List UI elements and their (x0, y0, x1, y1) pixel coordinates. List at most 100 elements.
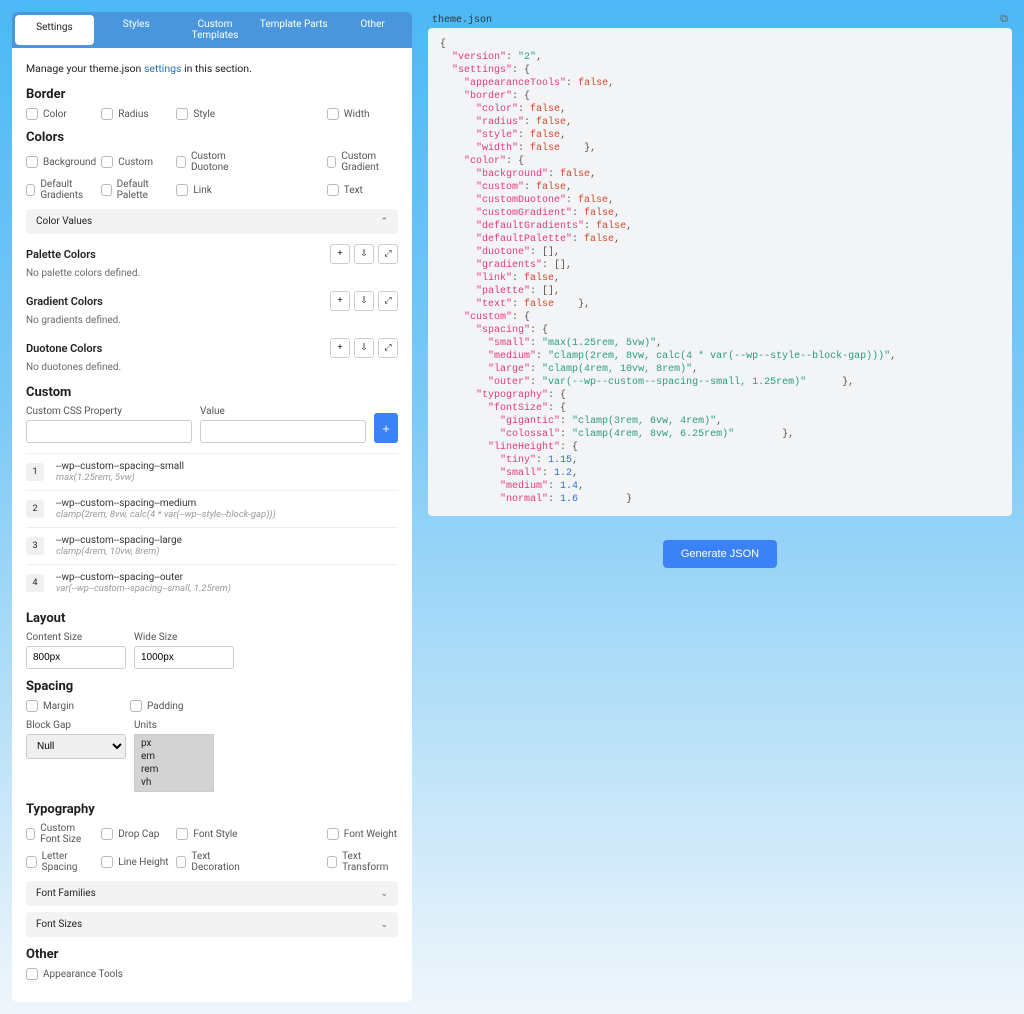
empty-message: No duotones defined. (26, 362, 398, 373)
layout-title: Layout (26, 611, 398, 626)
custom-val-input[interactable] (200, 420, 366, 443)
tab-settings[interactable]: Settings (15, 15, 94, 45)
content-size-input[interactable] (26, 646, 126, 669)
label: Text Decoration (191, 851, 247, 873)
block-gap-select[interactable]: Null (26, 734, 126, 759)
collapse-font-families[interactable]: Font Families⌄ (26, 881, 398, 906)
label: Radius (118, 109, 148, 120)
checkbox-custom[interactable] (101, 156, 113, 168)
custom-item[interactable]: 1--wp--custom--spacing--smallmax(1.25rem… (26, 453, 398, 490)
checkbox-custom-gradient[interactable] (327, 156, 337, 168)
add-icon[interactable]: + (330, 338, 350, 358)
tab-other[interactable]: Other (333, 12, 412, 48)
colors-title: Colors (26, 130, 398, 145)
collapse-label: Font Sizes (36, 919, 82, 930)
option-default-palette: Default Palette (101, 179, 172, 201)
label: Custom Font Size (40, 823, 97, 845)
custom-item[interactable]: 4--wp--custom--spacing--outervar(--wp--c… (26, 564, 398, 601)
settings-panel: Manage your theme.json settings in this … (12, 48, 412, 1002)
add-custom-button[interactable]: + (374, 413, 398, 443)
custom-items-list: 1--wp--custom--spacing--smallmax(1.25rem… (26, 453, 398, 601)
json-filename: theme.json (432, 15, 492, 26)
custom-item[interactable]: 2--wp--custom--spacing--mediumclamp(2rem… (26, 490, 398, 527)
checkbox-custom-font-size[interactable] (26, 828, 35, 840)
checkbox-text-decoration[interactable] (176, 856, 186, 868)
tab-styles[interactable]: Styles (97, 12, 176, 48)
checkbox-background[interactable] (26, 156, 38, 168)
checkbox-default-palette[interactable] (101, 184, 111, 196)
spacing-options: MarginPadding (26, 700, 398, 712)
label: Default Palette (117, 179, 173, 201)
label: Margin (43, 701, 74, 712)
checkbox-link[interactable] (176, 184, 188, 196)
label: Text (344, 185, 363, 196)
label: Color (43, 109, 67, 120)
item-value: clamp(2rem, 8vw, calc(4 * var(--wp--styl… (56, 509, 276, 520)
units-list[interactable]: pxemremvh (134, 734, 214, 792)
option-default-gradients: Default Gradients (26, 179, 97, 201)
settings-link[interactable]: settings (144, 62, 182, 75)
block-gap-label: Block Gap (26, 720, 126, 731)
tab-template-parts[interactable]: Template Parts (254, 12, 333, 48)
download-icon[interactable]: ⇩ (354, 338, 374, 358)
checkbox-width[interactable] (327, 108, 339, 120)
download-icon[interactable]: ⇩ (354, 244, 374, 264)
checkbox-font-style[interactable] (176, 828, 188, 840)
checkbox-custom-duotone[interactable] (176, 156, 186, 168)
unit-px[interactable]: px (135, 737, 213, 750)
checkbox-default-gradients[interactable] (26, 184, 35, 196)
json-header: theme.json ⧉ (428, 12, 1012, 28)
custom-title: Custom (26, 385, 398, 400)
option-letter-spacing: Letter Spacing (26, 851, 97, 873)
generate-json-button[interactable]: Generate JSON (663, 540, 777, 568)
label: Style (193, 109, 215, 120)
copy-icon[interactable]: ⧉ (1000, 14, 1008, 26)
checkbox-color[interactable] (26, 108, 38, 120)
download-icon[interactable]: ⇩ (354, 291, 374, 311)
option-font-style: Font Style (176, 823, 247, 845)
empty-message: No palette colors defined. (26, 268, 398, 279)
custom-prop-input[interactable] (26, 420, 192, 443)
option-custom: Custom (101, 151, 172, 173)
item-number: 2 (26, 500, 44, 518)
checkbox-margin[interactable] (26, 700, 38, 712)
collapse-font-sizes[interactable]: Font Sizes⌄ (26, 912, 398, 937)
option-font-weight: Font Weight (327, 823, 398, 845)
content-size-label: Content Size (26, 632, 126, 643)
checkbox-radius[interactable] (101, 108, 113, 120)
label: Width (344, 109, 370, 120)
other-options: Appearance Tools (26, 968, 398, 980)
wide-size-input[interactable] (134, 646, 234, 669)
checkbox-padding[interactable] (130, 700, 142, 712)
checkbox-drop-cap[interactable] (101, 828, 113, 840)
option-appearance-tools: Appearance Tools (26, 968, 398, 980)
border-title: Border (26, 87, 398, 102)
add-icon[interactable]: + (330, 291, 350, 311)
chevron-up-icon: ⌃ (380, 217, 388, 227)
label: Custom (118, 157, 153, 168)
label: Link (193, 185, 211, 196)
checkbox-style[interactable] (176, 108, 188, 120)
checkbox-appearance-tools[interactable] (26, 968, 38, 980)
unit-vh[interactable]: vh (135, 776, 213, 789)
checkbox-font-weight[interactable] (327, 828, 339, 840)
item-key: --wp--custom--spacing--outer (56, 572, 231, 583)
custom-item[interactable]: 3--wp--custom--spacing--largeclamp(4rem,… (26, 527, 398, 564)
option-radius: Radius (101, 108, 172, 120)
chevron-down-icon: ⌄ (380, 889, 388, 899)
option-margin: Margin (26, 700, 126, 712)
intro-text: Manage your theme.json settings in this … (26, 62, 398, 75)
expand-icon[interactable]: ⤢ (378, 244, 398, 264)
group-title: Palette Colors (26, 248, 96, 261)
checkbox-text[interactable] (327, 184, 339, 196)
checkbox-letter-spacing[interactable] (26, 856, 37, 868)
tab-custom-templates[interactable]: Custom Templates (176, 12, 255, 48)
checkbox-line-height[interactable] (101, 856, 113, 868)
unit-em[interactable]: em (135, 750, 213, 763)
unit-rem[interactable]: rem (135, 763, 213, 776)
add-icon[interactable]: + (330, 244, 350, 264)
checkbox-text-transform[interactable] (327, 856, 337, 868)
color-values-collapse[interactable]: Color Values ⌃ (26, 209, 398, 234)
expand-icon[interactable]: ⤢ (378, 338, 398, 358)
expand-icon[interactable]: ⤢ (378, 291, 398, 311)
